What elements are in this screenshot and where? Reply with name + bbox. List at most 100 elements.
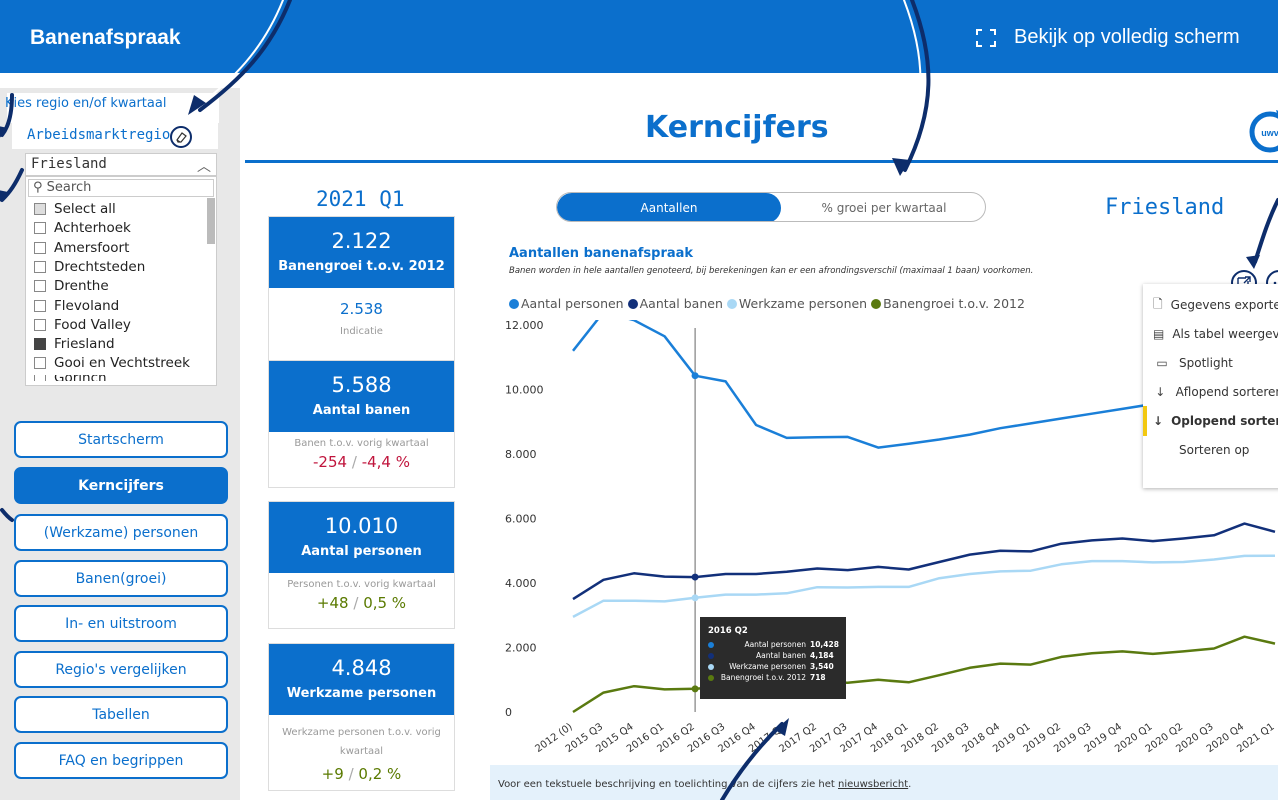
nav-button-in-en-uitstroom[interactable]: In- en uitstroom bbox=[14, 605, 228, 642]
table-icon: ▤ bbox=[1153, 327, 1165, 341]
tooltip-row: Aantal banen 4,184 bbox=[708, 650, 838, 661]
checkbox[interactable] bbox=[34, 203, 46, 215]
footer-text: Voor een tekstuele beschrijving en toeli… bbox=[498, 779, 839, 790]
nav-button-tabellen[interactable]: Tabellen bbox=[14, 696, 228, 733]
region-option[interactable]: Achterhoek bbox=[34, 220, 131, 236]
nav-button-startscherm[interactable]: Startscherm bbox=[14, 421, 228, 458]
tooltip-label: Aantal banen bbox=[756, 651, 806, 660]
eraser-icon bbox=[176, 132, 187, 143]
checkbox[interactable] bbox=[34, 357, 46, 370]
fullscreen-button[interactable]: Bekijk op volledig scherm bbox=[976, 26, 1240, 49]
menu-item[interactable]: Sorteren op bbox=[1143, 435, 1278, 465]
nav-button-banen-groei[interactable]: Banen(groei) bbox=[14, 560, 228, 597]
region-option[interactable]: Gooi en Vechtstreek bbox=[34, 355, 190, 371]
kpi-card-banengroei: 2.122 Banengroei t.o.v. 2012 2.538 Indic… bbox=[268, 216, 455, 374]
clear-selection-button[interactable] bbox=[170, 126, 192, 148]
nav-button-faq-en-begrippen[interactable]: FAQ en begrippen bbox=[14, 742, 228, 779]
tooltip-dot bbox=[708, 652, 714, 659]
footer-end: . bbox=[908, 779, 912, 790]
slicer-field-label: Arbeidsmarktregio bbox=[27, 127, 171, 143]
region-option[interactable]: Amersfoort bbox=[34, 240, 129, 256]
menu-item-label: Als tabel weergeven bbox=[1172, 327, 1278, 341]
tooltip-label: Aantal personen bbox=[744, 640, 806, 649]
checkbox[interactable] bbox=[34, 241, 46, 254]
toggle-groei[interactable]: % groei per kwartaal bbox=[781, 193, 985, 221]
tooltip-row: Werkzame personen 3,540 bbox=[708, 661, 838, 672]
selected-region: Friesland bbox=[1105, 195, 1225, 220]
kpi-card-aantal-banen: 5.588 Aantal banen Banen t.o.v. vorig kw… bbox=[268, 360, 455, 488]
checkbox[interactable] bbox=[34, 222, 46, 235]
tooltip-row: Aantal personen 10,428 bbox=[708, 639, 839, 650]
listbox-scrollbar[interactable] bbox=[207, 198, 215, 244]
toggle-aantallen[interactable]: Aantallen bbox=[557, 193, 781, 221]
y-tick-label: 2.000 bbox=[505, 642, 537, 655]
kpi-delta: -254 bbox=[313, 453, 348, 471]
annotation-arrow bbox=[1253, 198, 1278, 264]
menu-item-label: Oplopend sorteren bbox=[1171, 414, 1278, 428]
kpi-label: Aantal banen bbox=[312, 403, 411, 418]
news-link[interactable]: nieuwsbericht bbox=[838, 779, 908, 790]
tooltip-value: 3,540 bbox=[810, 662, 834, 671]
y-tick-label: 6.000 bbox=[505, 513, 537, 526]
legend-item[interactable]: Banengroei t.o.v. 2012 bbox=[871, 296, 1025, 311]
checkbox[interactable] bbox=[34, 299, 46, 312]
fullscreen-label: Bekijk op volledig scherm bbox=[1014, 26, 1240, 48]
kpi-value: 4.848 bbox=[331, 656, 392, 680]
footer-note: Voor een tekstuele beschrijving en toeli… bbox=[490, 765, 1278, 800]
menu-item[interactable]: ↓ Oplopend sorteren bbox=[1143, 406, 1278, 436]
checkbox[interactable] bbox=[34, 338, 46, 351]
menu-item[interactable]: ▤ Als tabel weergeven bbox=[1143, 319, 1278, 349]
kpi-pct: 0,5 % bbox=[363, 594, 407, 612]
region-option[interactable]: Drechtsteden bbox=[34, 259, 145, 275]
tooltip-dot bbox=[708, 641, 714, 648]
region-option-label: Achterhoek bbox=[54, 220, 131, 237]
series-point bbox=[691, 573, 699, 581]
region-option-label: Friesland bbox=[54, 336, 115, 353]
menu-item-label: Aflopend sorteren bbox=[1175, 385, 1278, 399]
legend-item[interactable]: Aantal banen bbox=[627, 296, 723, 311]
menu-item[interactable]: ▭ Spotlight bbox=[1143, 348, 1278, 378]
tooltip-dot bbox=[708, 663, 714, 670]
region-option[interactable]: Flevoland bbox=[34, 298, 119, 314]
series-point bbox=[691, 685, 699, 693]
kpi-delta: +9 bbox=[321, 765, 344, 783]
kpi-indication-value: 2.538 bbox=[340, 300, 383, 318]
fullscreen-icon bbox=[976, 28, 996, 47]
region-option[interactable]: Gorinch bbox=[34, 374, 107, 381]
kpi-pct: 0,2 % bbox=[358, 765, 402, 783]
checkbox[interactable] bbox=[34, 318, 46, 331]
nav-button-kerncijfers[interactable]: Kerncijfers bbox=[14, 467, 228, 504]
region-option[interactable]: Friesland bbox=[34, 336, 115, 352]
menu-item[interactable]: 🗋 Gegevens exporteren bbox=[1143, 290, 1278, 320]
menu-item-label: Gegevens exporteren bbox=[1170, 298, 1278, 312]
checkbox[interactable] bbox=[34, 374, 46, 381]
tooltip-value: 10,428 bbox=[810, 640, 839, 649]
region-option[interactable]: Select all bbox=[34, 201, 116, 217]
y-tick-label: 12.000 bbox=[505, 320, 544, 332]
kpi-label: Aantal personen bbox=[301, 544, 422, 559]
chevron-up-icon: ︿ bbox=[197, 159, 211, 175]
context-menu: 🗋 Gegevens exporteren ▤ Als tabel weergeven… bbox=[1143, 284, 1278, 488]
series-point bbox=[691, 372, 699, 380]
chart-legend: Aantal personen Aantal banen Werkzame pe… bbox=[509, 296, 1025, 311]
menu-item[interactable]: ↓ Aflopend sorteren bbox=[1143, 377, 1278, 407]
page-title: Kerncijfers bbox=[645, 110, 829, 145]
region-option-label: Gooi en Vechtstreek bbox=[54, 355, 190, 372]
region-dropdown[interactable]: Friesland ︿ bbox=[25, 153, 217, 176]
legend-item[interactable]: Aantal personen bbox=[509, 296, 624, 311]
nav-button-werkzame-personen[interactable]: (Werkzame) personen bbox=[14, 514, 228, 551]
checkbox[interactable] bbox=[34, 280, 46, 293]
legend-item[interactable]: Werkzame personen bbox=[726, 296, 867, 311]
kpi-separator: / bbox=[348, 765, 354, 783]
region-option[interactable]: Food Valley bbox=[34, 317, 131, 333]
checkbox[interactable] bbox=[34, 260, 46, 273]
chart-subtitle: Banen worden in hele aantallen genoteerd… bbox=[509, 266, 1034, 276]
kpi-label: Banengroei t.o.v. 2012 bbox=[278, 259, 445, 274]
spotlight-icon: ▭ bbox=[1156, 356, 1168, 370]
nav-button-regio-s-vergelijken[interactable]: Regio's vergelijken bbox=[14, 651, 228, 688]
search-input[interactable]: ⚲ Search bbox=[28, 179, 214, 197]
tooltip-title: 2016 Q2 bbox=[708, 626, 748, 636]
region-option[interactable]: Drenthe bbox=[34, 278, 109, 294]
export-icon: 🗋 bbox=[1153, 296, 1163, 311]
series-point bbox=[691, 594, 699, 602]
